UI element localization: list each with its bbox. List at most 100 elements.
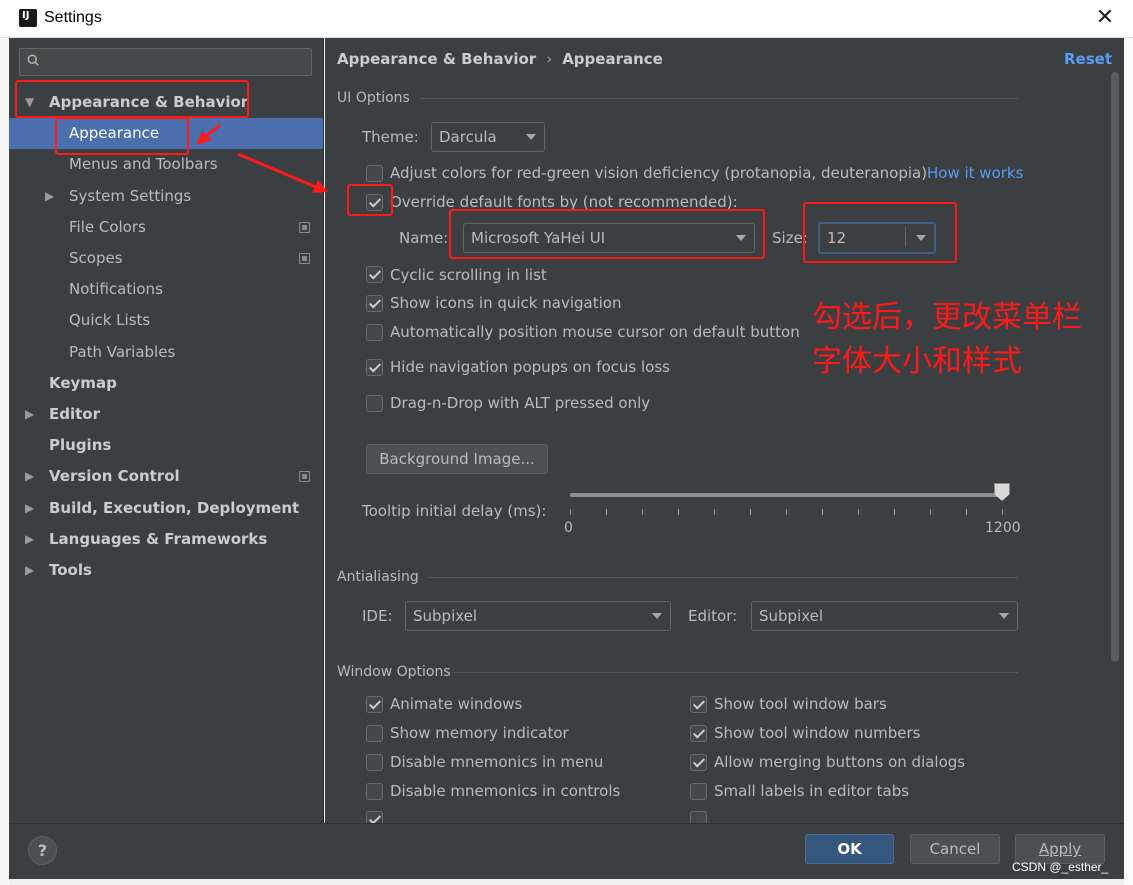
window-option-checkbox[interactable] — [366, 725, 383, 742]
sidebar-item-label: Keymap — [49, 374, 117, 392]
reset-link[interactable]: Reset — [1064, 50, 1112, 68]
tooltip-delay-label: Tooltip initial delay (ms): — [362, 502, 547, 520]
tooltip-delay-slider[interactable] — [570, 493, 1002, 497]
slider-tick — [714, 509, 715, 515]
sidebar-item-label: Notifications — [69, 280, 163, 298]
collapse-arrow-icon[interactable]: ▶ — [25, 555, 34, 586]
sidebar-item[interactable]: Path Variables — [9, 337, 323, 368]
drag-drop-label: Drag-n-Drop with ALT pressed only — [390, 394, 651, 412]
collapse-arrow-icon[interactable]: ▶ — [25, 461, 34, 492]
help-button[interactable]: ? — [28, 836, 57, 865]
window-option-label: Animate windows — [390, 695, 523, 713]
editor-antialiasing-dropdown[interactable]: Subpixel — [751, 601, 1018, 631]
adjust-colors-checkbox[interactable] — [366, 165, 383, 182]
sidebar-item[interactable]: Quick Lists — [9, 305, 323, 336]
sidebar-item[interactable]: ▶ Editor — [9, 399, 323, 430]
sidebar-item[interactable]: Plugins — [9, 430, 323, 461]
window-option-checkbox[interactable] — [690, 696, 707, 713]
window-option-label: Show tool window numbers — [714, 724, 921, 742]
window-option-checkbox[interactable] — [690, 783, 707, 800]
project-scope-icon — [299, 253, 310, 264]
breadcrumb: Appearance & Behavior › Appearance — [337, 50, 663, 68]
sidebar-item[interactable]: ▶ Build, Execution, Deployment — [9, 493, 323, 524]
show-icons-checkbox[interactable] — [366, 295, 383, 312]
cut-off-checkbox[interactable] — [690, 811, 707, 823]
window-option-checkbox[interactable] — [366, 783, 383, 800]
auto-cursor-checkbox[interactable] — [366, 324, 383, 341]
theme-dropdown[interactable]: Darcula — [431, 122, 545, 152]
window-option-label: Small labels in editor tabs — [714, 782, 910, 800]
window-option-checkbox[interactable] — [690, 725, 707, 742]
adjust-colors-label: Adjust colors for red-green vision defic… — [390, 164, 928, 182]
vertical-scrollbar[interactable] — [1111, 72, 1119, 662]
slider-thumb[interactable] — [994, 483, 1010, 501]
slider-tick — [858, 509, 859, 515]
sidebar-item[interactable]: ▶ Tools — [9, 555, 323, 586]
cyclic-scrolling-label: Cyclic scrolling in list — [390, 266, 547, 284]
breadcrumb-parent[interactable]: Appearance & Behavior — [337, 50, 536, 68]
window-option-label: Allow merging buttons on dialogs — [714, 753, 966, 771]
window-option-label: Show memory indicator — [390, 724, 569, 742]
drag-drop-checkbox[interactable] — [366, 395, 383, 412]
search-icon — [27, 54, 39, 66]
background-edge-right — [1124, 38, 1133, 885]
collapse-arrow-icon[interactable]: ▶ — [25, 493, 34, 524]
intellij-logo-icon: IJ — [17, 7, 37, 29]
project-scope-icon — [299, 471, 310, 482]
slider-max-label: 1200 — [985, 520, 1021, 536]
close-icon[interactable]: ✕ — [1093, 6, 1117, 30]
window-option-checkbox[interactable] — [366, 696, 383, 713]
slider-tick — [750, 509, 751, 515]
cancel-button[interactable]: Cancel — [910, 834, 1000, 864]
ok-button[interactable]: OK — [805, 834, 894, 864]
watermark: CSDN @_esther_ — [1012, 860, 1109, 874]
window-options-title: Window Options — [337, 664, 451, 680]
slider-tick — [606, 509, 607, 515]
slider-tick — [570, 509, 571, 515]
slider-tick — [1002, 509, 1003, 515]
editor-antialiasing-value: Subpixel — [759, 607, 824, 625]
slider-tick — [678, 509, 679, 515]
cut-off-checkbox[interactable] — [366, 811, 383, 823]
sidebar-item[interactable]: ▶ Languages & Frameworks — [9, 524, 323, 555]
sidebar-item[interactable]: Scopes — [9, 243, 323, 274]
slider-min-label: 0 — [564, 520, 573, 536]
window-option-checkbox[interactable] — [690, 754, 707, 771]
cyclic-scrolling-checkbox[interactable] — [366, 266, 383, 283]
annotation-text: 勾选后，更改菜单栏 字体大小和样式 — [812, 300, 1082, 379]
sidebar-item[interactable]: File Colors — [9, 212, 323, 243]
sidebar-item-label: Plugins — [49, 436, 112, 454]
hide-navigation-checkbox[interactable] — [366, 359, 383, 376]
sidebar-item[interactable]: ▶ System Settings — [9, 181, 323, 212]
sidebar-item[interactable]: Keymap — [9, 368, 323, 399]
section-divider — [428, 577, 1018, 578]
appearance-panel: Appearance & Behavior › Appearance Reset U… — [325, 38, 1124, 823]
slider-tick — [786, 509, 787, 515]
slider-tick — [894, 509, 895, 515]
background-edge-left — [0, 38, 9, 885]
collapse-arrow-icon[interactable]: ▶ — [25, 399, 34, 430]
project-scope-icon — [299, 222, 310, 233]
search-field[interactable] — [19, 48, 312, 76]
chevron-down-icon — [526, 134, 536, 140]
sidebar-item-label: Tools — [49, 561, 92, 579]
logo-text: IJ — [22, 10, 30, 21]
ide-antialiasing-value: Subpixel — [413, 607, 478, 625]
ide-antialiasing-dropdown[interactable]: Subpixel — [405, 601, 671, 631]
window-option-label: Disable mnemonics in controls — [390, 782, 621, 800]
antialiasing-title: Antialiasing — [337, 569, 419, 585]
collapse-arrow-icon[interactable]: ▶ — [45, 181, 54, 212]
annotation-box-category — [15, 80, 249, 118]
search-input[interactable] — [54, 52, 304, 72]
collapse-arrow-icon[interactable]: ▶ — [25, 524, 34, 555]
show-icons-label: Show icons in quick navigation — [390, 294, 622, 312]
sidebar-item-label: Version Control — [49, 467, 180, 485]
how-it-works-link[interactable]: How it works — [927, 164, 1023, 182]
window-option-checkbox[interactable] — [366, 754, 383, 771]
annotation-box-appearance — [55, 117, 189, 155]
font-name-label: Name: — [399, 229, 449, 247]
background-image-button[interactable]: Background Image... — [366, 444, 548, 474]
sidebar-item[interactable]: Notifications — [9, 274, 323, 305]
sidebar-item[interactable]: ▶ Version Control — [9, 461, 323, 492]
sidebar-item-label: Scopes — [69, 249, 123, 267]
